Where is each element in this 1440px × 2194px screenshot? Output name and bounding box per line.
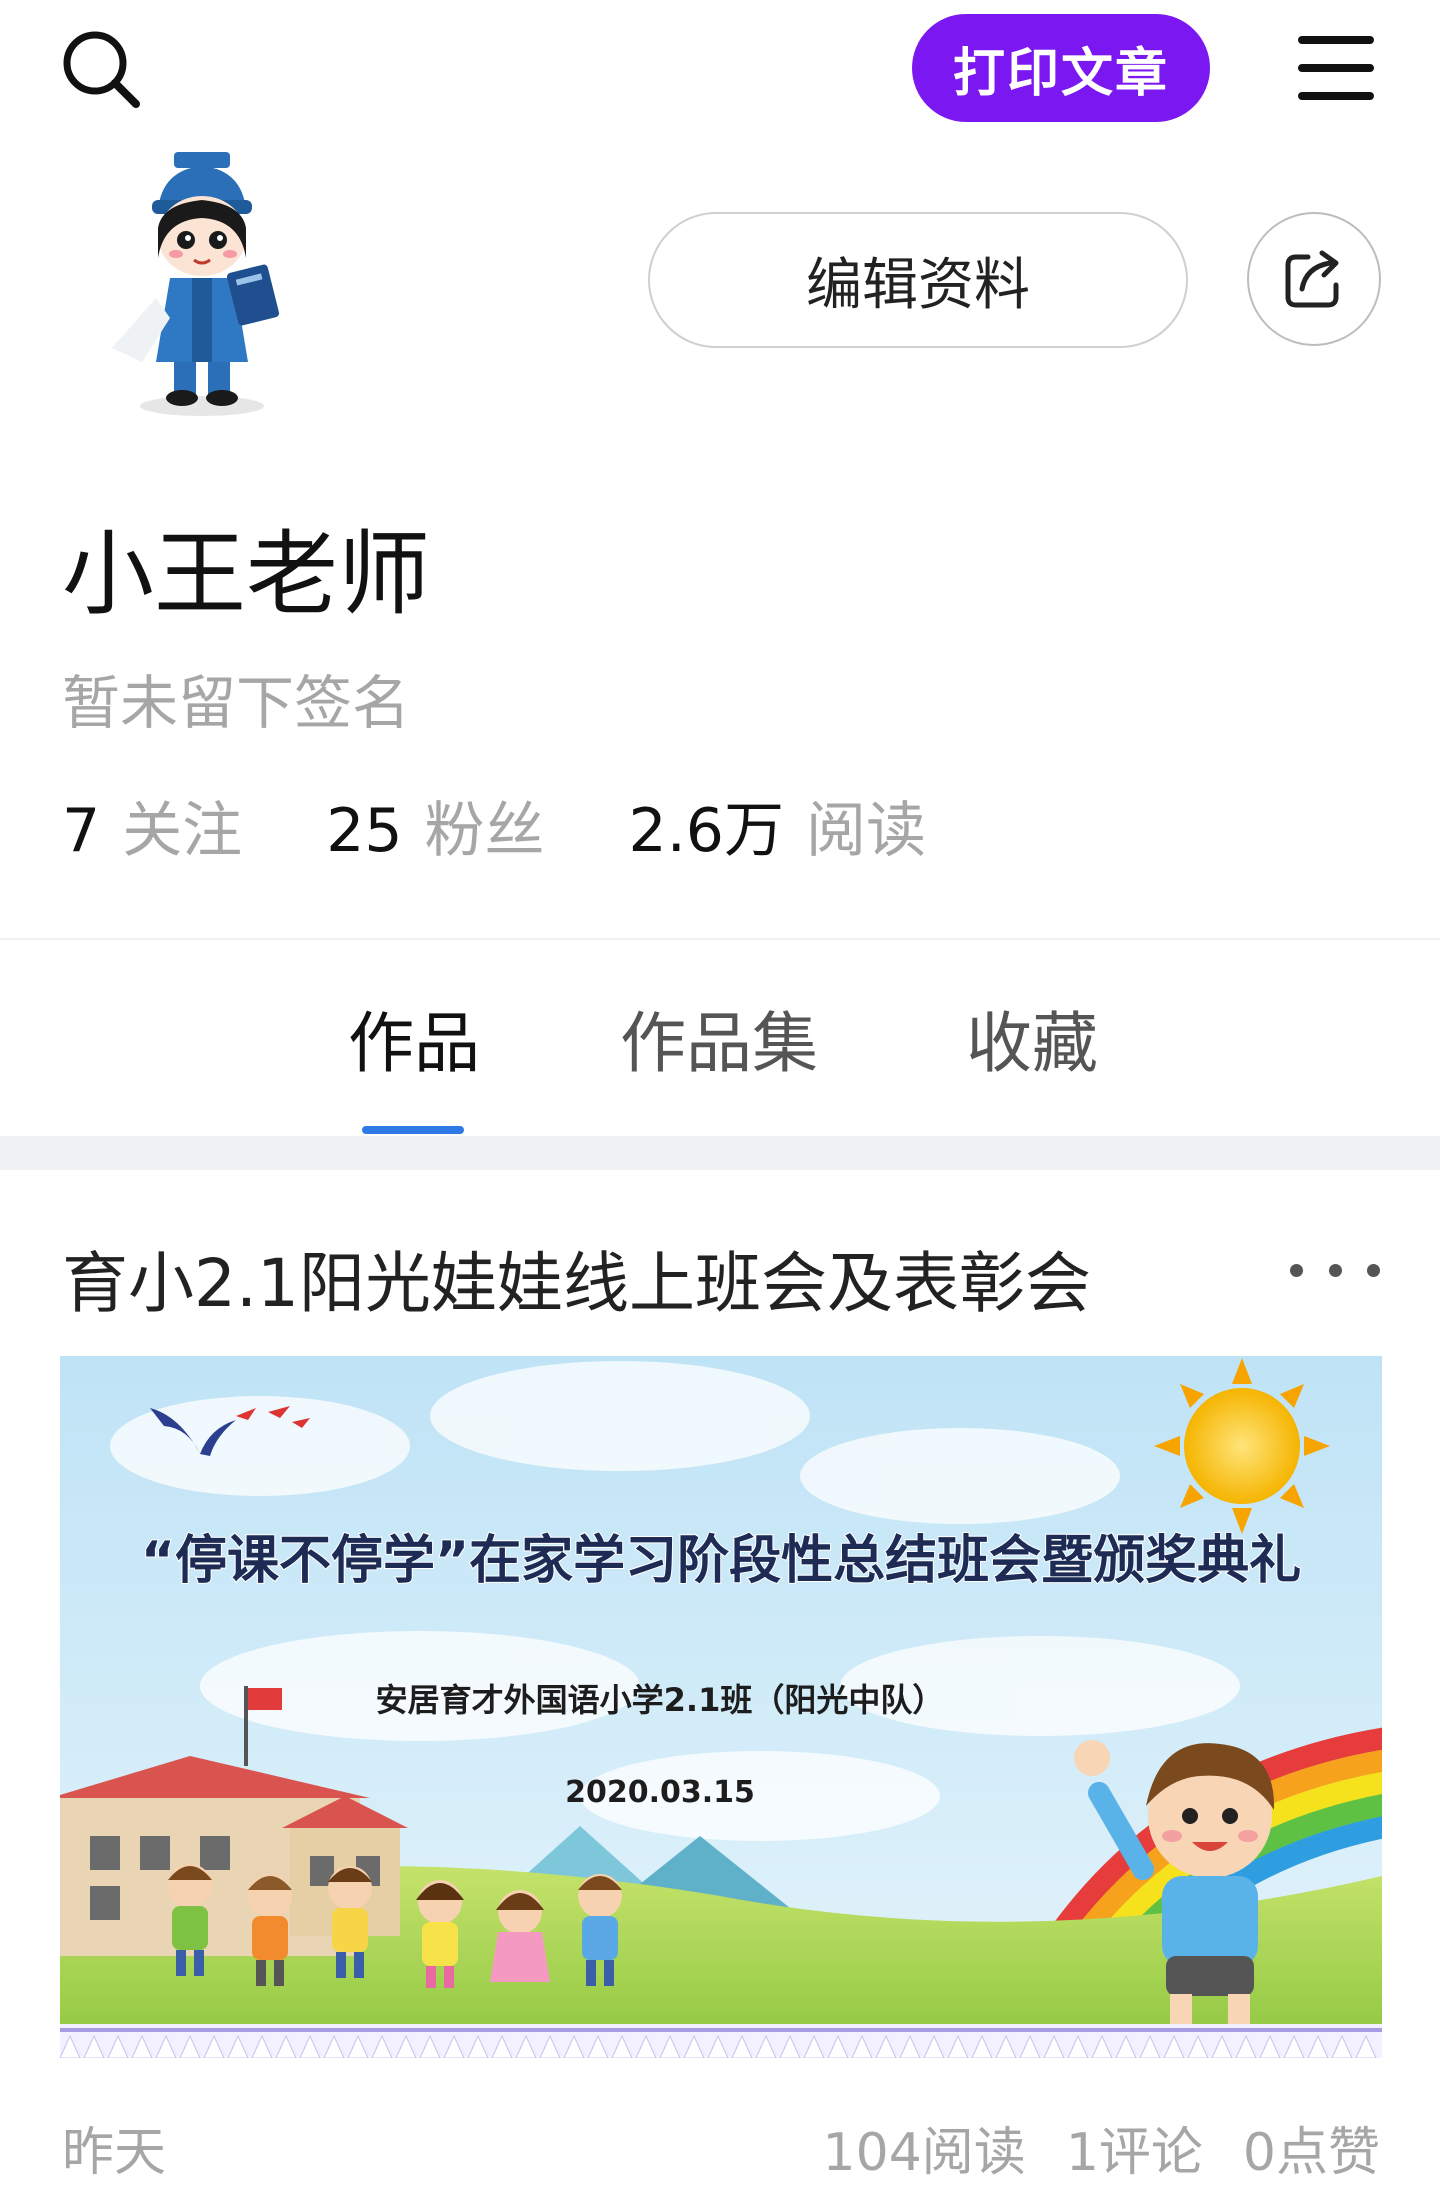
profile-stats: 7 关注 25 粉丝 2.6万 阅读 [62, 782, 1010, 869]
avatar[interactable] [92, 148, 322, 418]
section-divider [0, 1136, 1440, 1170]
share-icon [1285, 250, 1339, 308]
comment-count[interactable]: 1评论 [1066, 2110, 1203, 2185]
hamburger-menu-icon[interactable] [1296, 32, 1378, 104]
stat-following[interactable]: 7 关注 [62, 782, 242, 869]
article-cover-image[interactable]: “停课不停学”在家学习阶段性总结班会暨颁奖典礼 安居育才外国语小学2.1班（阳光… [60, 1356, 1382, 2058]
stat-value: 25 [326, 796, 403, 866]
article-date: 昨天 [62, 2123, 167, 2183]
stat-reads[interactable]: 2.6万 阅读 [629, 782, 926, 869]
search-icon[interactable] [60, 28, 142, 110]
username: 小王老师 [62, 521, 431, 628]
cover-date: 2020.03.15 [565, 1775, 755, 1810]
stat-followers[interactable]: 25 粉丝 [326, 782, 544, 869]
tab-bar: 作品 作品集 收藏 [0, 940, 1440, 1136]
read-count: 104阅读 [822, 2123, 1026, 2183]
cover-subheading: 安居育才外国语小学2.1班（阳光中队） [376, 1681, 945, 1719]
article-title[interactable]: 育小2.1阳光娃娃线上班会及表彰会 [62, 1230, 1091, 1326]
edit-profile-button[interactable]: 编辑资料 [648, 212, 1188, 348]
signature: 暂未留下签名 [62, 669, 411, 737]
print-article-button[interactable]: 打印文章 [912, 14, 1210, 122]
like-count[interactable]: 0点赞 [1243, 2110, 1380, 2185]
stat-label: 关注 [122, 796, 243, 866]
cover-headline: “停课不停学”在家学习阶段性总结班会暨颁奖典礼 [141, 1531, 1301, 1591]
stat-label: 粉丝 [424, 796, 545, 866]
active-tab-indicator [362, 1126, 464, 1134]
stat-value: 7 [62, 796, 101, 866]
more-dots-icon[interactable] [1290, 1250, 1380, 1290]
top-bar: 打印文章 [0, 0, 1440, 140]
stat-value: 2.6万 [628, 796, 784, 866]
tab-collections[interactable]: 作品集 [620, 940, 818, 1136]
article-stats: 104阅读 1评论 0点赞 [783, 2110, 1380, 2185]
tab-works[interactable]: 作品 [348, 940, 480, 1136]
stat-label: 阅读 [805, 796, 926, 866]
tab-favorites[interactable]: 收藏 [966, 940, 1098, 1136]
share-button[interactable] [1247, 212, 1381, 346]
